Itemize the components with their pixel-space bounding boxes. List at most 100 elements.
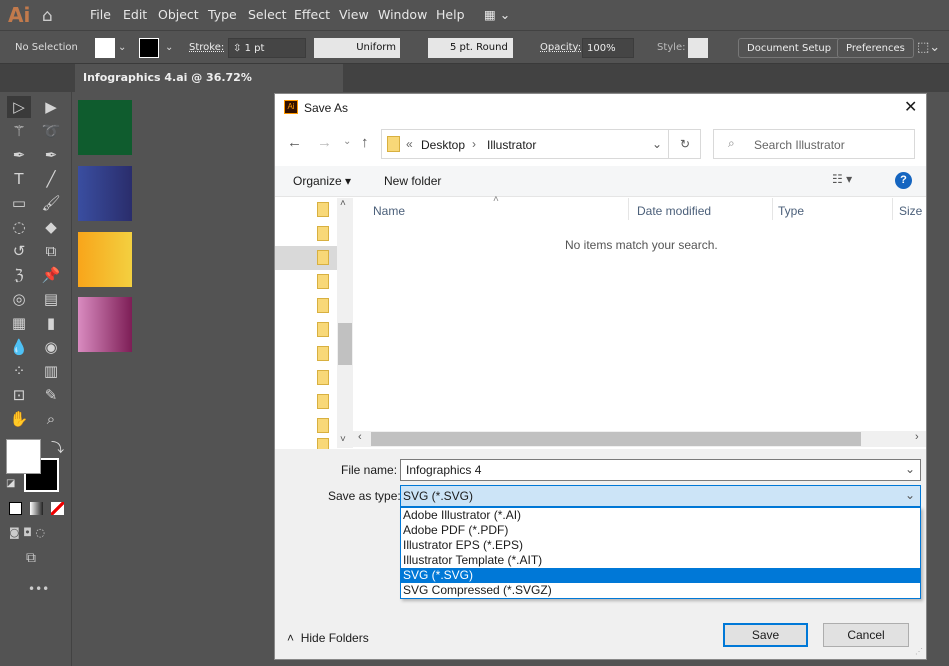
- blend-tool-icon[interactable]: ◉: [39, 336, 63, 358]
- save-button[interactable]: Save: [723, 623, 808, 647]
- rotate-tool-icon[interactable]: ↺: [7, 240, 31, 262]
- swatch-pink[interactable]: [78, 297, 132, 352]
- stroke-dropdown-icon[interactable]: ⌄: [165, 38, 173, 58]
- scale-tool-icon[interactable]: ⧉: [39, 240, 63, 262]
- line-tool-icon[interactable]: ╱: [39, 168, 63, 190]
- selection-tool-icon[interactable]: ▷: [7, 96, 31, 118]
- forward-icon[interactable]: →: [317, 134, 332, 151]
- warp-tool-icon[interactable]: ℨ: [7, 264, 31, 286]
- graph-tool-icon[interactable]: ▥: [39, 360, 63, 382]
- document-tab[interactable]: Infographics 4.ai @ 36.72% (CMYK/Preview…: [75, 64, 343, 112]
- menu-view[interactable]: View: [339, 7, 369, 22]
- search-input[interactable]: ⌕ Search Illustrator: [713, 129, 915, 159]
- gradient-tool-icon[interactable]: ▮: [39, 312, 63, 334]
- menu-window[interactable]: Window: [378, 7, 427, 22]
- folder-icon[interactable]: [317, 202, 329, 217]
- slice-tool-icon[interactable]: ✎: [39, 384, 63, 406]
- color-mode-icon[interactable]: [9, 502, 22, 515]
- puppet-warp-icon[interactable]: 📌: [39, 264, 63, 286]
- scroll-down-icon[interactable]: ˅: [340, 434, 346, 445]
- help-icon[interactable]: ?: [895, 172, 912, 189]
- preferences-button[interactable]: Preferences: [837, 38, 914, 58]
- menu-help[interactable]: Help: [436, 7, 465, 22]
- menu-select[interactable]: Select: [248, 7, 287, 22]
- folder-icon[interactable]: [317, 250, 329, 265]
- type-option[interactable]: SVG Compressed (*.SVGZ): [401, 583, 920, 598]
- horizontal-scrollbar-thumb[interactable]: [371, 432, 861, 446]
- resize-grip-icon[interactable]: ⋰: [915, 647, 923, 656]
- draw-mode-icons[interactable]: ◙ ◘ ◌: [9, 526, 45, 539]
- brush-select[interactable]: 5 pt. Round: [428, 38, 513, 58]
- type-dropdown-icon[interactable]: ⌄: [905, 488, 915, 502]
- direct-selection-tool-icon[interactable]: ▶: [39, 96, 63, 118]
- opacity-label[interactable]: Opacity:: [540, 38, 581, 58]
- more-tools-icon[interactable]: •••: [28, 582, 49, 596]
- nav-scrollbar[interactable]: ˄ ˅: [337, 198, 353, 448]
- column-date-modified[interactable]: Date modified: [637, 204, 711, 218]
- none-mode-icon[interactable]: [51, 502, 64, 515]
- scroll-left-icon[interactable]: ‹: [358, 431, 362, 443]
- home-icon[interactable]: ⌂: [42, 6, 53, 26]
- type-option[interactable]: Adobe Illustrator (*.AI): [401, 508, 920, 523]
- menu-file[interactable]: File: [90, 7, 111, 22]
- refresh-icon[interactable]: ↻: [668, 130, 701, 158]
- folder-icon[interactable]: [317, 370, 329, 385]
- type-dropdown-list[interactable]: Adobe Illustrator (*.AI) Adobe PDF (*.PD…: [400, 507, 921, 599]
- menu-edit[interactable]: Edit: [123, 7, 147, 22]
- close-icon[interactable]: ✕: [904, 97, 917, 117]
- pen-tool-icon[interactable]: ✒: [7, 144, 31, 166]
- column-size[interactable]: Size: [899, 204, 922, 218]
- stroke-weight-input[interactable]: ⇳ 1 pt: [228, 38, 306, 58]
- paintbrush-icon[interactable]: 🖌: [39, 192, 63, 214]
- file-name-dropdown-icon[interactable]: ⌄: [905, 462, 915, 476]
- menu-type[interactable]: Type: [208, 7, 237, 22]
- stroke-profile-select[interactable]: Uniform: [314, 38, 400, 58]
- folder-icon[interactable]: [317, 226, 329, 241]
- type-option-selected[interactable]: SVG (*.SVG): [401, 568, 920, 583]
- stroke-label[interactable]: Stroke:: [189, 38, 224, 58]
- file-list[interactable]: ˄ Name Date modified Type Size No items …: [353, 194, 926, 448]
- symbol-sprayer-icon[interactable]: ⁘: [7, 360, 31, 382]
- back-icon[interactable]: ←: [287, 134, 302, 151]
- fill-swatch[interactable]: [95, 38, 115, 58]
- folder-icon[interactable]: [317, 298, 329, 313]
- eyedropper-icon[interactable]: 💧: [7, 336, 31, 358]
- transform-icon[interactable]: ⬚⌄: [917, 38, 940, 58]
- save-as-type-select[interactable]: SVG (*.SVG) ⌄: [400, 485, 921, 507]
- navigation-pane[interactable]: [275, 198, 337, 453]
- swatch-blue[interactable]: [78, 166, 132, 221]
- stroke-swatch[interactable]: [139, 38, 159, 58]
- organize-button[interactable]: Organize ▾: [293, 174, 351, 188]
- rectangle-tool-icon[interactable]: ▭: [7, 192, 31, 214]
- horizontal-scrollbar[interactable]: ‹ ›: [353, 431, 926, 447]
- perspective-grid-icon[interactable]: ▤: [39, 288, 63, 310]
- recent-dropdown-icon[interactable]: ⌄: [343, 136, 351, 147]
- file-name-input[interactable]: Infographics 4 ⌄: [400, 459, 921, 481]
- fill-dropdown-icon[interactable]: ⌄: [118, 38, 126, 58]
- gradient-mode-icon[interactable]: [30, 502, 43, 515]
- folder-icon[interactable]: [317, 418, 329, 433]
- folder-icon[interactable]: [317, 394, 329, 409]
- shaper-tool-icon[interactable]: ◌: [7, 216, 31, 238]
- address-dropdown-icon[interactable]: ⌄: [652, 137, 662, 151]
- swatch-green[interactable]: [78, 100, 132, 155]
- eraser-icon[interactable]: ◆: [39, 216, 63, 238]
- breadcrumb-desktop[interactable]: Desktop: [421, 138, 465, 152]
- swatch-orange[interactable]: [78, 232, 132, 287]
- type-option[interactable]: Adobe PDF (*.PDF): [401, 523, 920, 538]
- opacity-input[interactable]: 100%: [582, 38, 634, 58]
- zoom-tool-icon[interactable]: ⌕: [39, 408, 63, 430]
- column-type[interactable]: Type: [778, 204, 804, 218]
- mesh-tool-icon[interactable]: ▦: [7, 312, 31, 334]
- hand-tool-icon[interactable]: ✋: [7, 408, 31, 430]
- swap-colors-icon[interactable]: ⤵: [51, 437, 64, 456]
- up-icon[interactable]: ↑: [361, 134, 369, 151]
- type-tool-icon[interactable]: T: [7, 168, 31, 190]
- type-option[interactable]: Illustrator EPS (*.EPS): [401, 538, 920, 553]
- shape-builder-icon[interactable]: ◎: [7, 288, 31, 310]
- artboard-tool-icon[interactable]: ⊡: [7, 384, 31, 406]
- magic-wand-icon[interactable]: ⚚: [7, 120, 31, 142]
- menu-object[interactable]: Object: [158, 7, 199, 22]
- default-colors-icon[interactable]: ◪: [6, 478, 15, 489]
- folder-icon[interactable]: [317, 322, 329, 337]
